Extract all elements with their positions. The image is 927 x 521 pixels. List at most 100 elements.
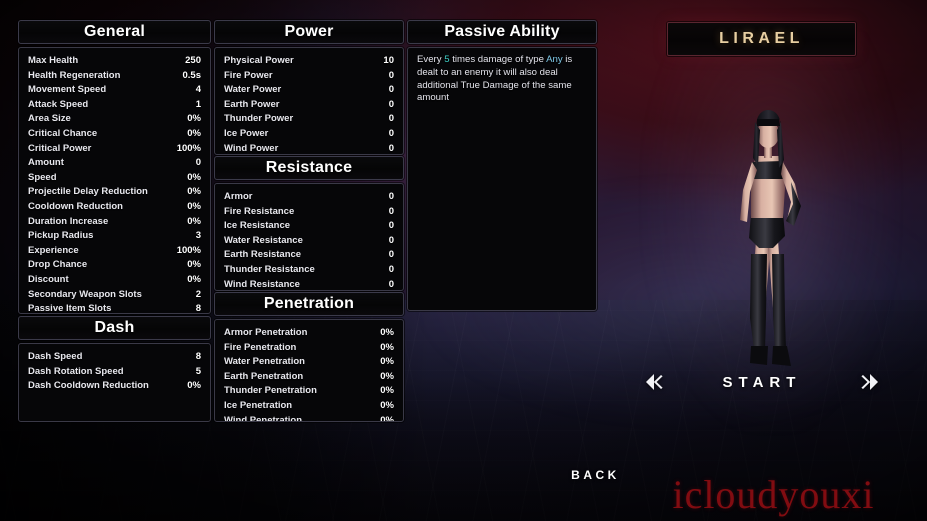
stat-row: Armor Penetration 0%	[224, 326, 394, 341]
passive-ability-description: Every 5 times damage of type Any is deal…	[417, 54, 587, 105]
stat-label: Critical Power	[28, 142, 92, 154]
panel-title-power-label: Power	[284, 23, 334, 40]
stat-label: Armor Penetration	[224, 327, 308, 338]
stat-value: 0%	[187, 200, 201, 212]
panel-body-power: Physical Power 10 Fire Power 0 Water Power 0 E…	[214, 47, 404, 155]
stat-row: Dash Cooldown Reduction 0%	[28, 379, 201, 394]
stat-label: Critical Chance	[28, 127, 98, 139]
stat-row: Movement Speed 4	[28, 83, 201, 98]
stat-label: Pickup Radius	[28, 230, 94, 242]
stat-value: 0	[388, 113, 394, 125]
back-button-label: BACK	[571, 468, 620, 482]
stat-label: Experience	[28, 244, 79, 256]
stat-value: 100%	[176, 142, 201, 154]
stat-value: 0.5s	[182, 69, 202, 81]
start-button[interactable]: START	[723, 374, 802, 391]
character-name-banner: LIRAEL	[667, 22, 856, 56]
stat-value: 0	[388, 263, 394, 275]
panel-body-resistance: Armor 0 Fire Resistance 0 Ice Resistance 0 Wat…	[214, 183, 404, 291]
stat-label: Wind Resistance	[224, 278, 300, 290]
passive-text-part-1: Every	[417, 54, 445, 65]
stat-row: Earth Resistance 0	[224, 248, 394, 263]
stat-row: Cooldown Reduction 0%	[28, 200, 201, 215]
stat-label: Dash Cooldown Reduction	[28, 380, 149, 392]
stat-label: Health Regeneration	[28, 69, 121, 81]
stat-row: Water Power 0	[224, 83, 394, 98]
stat-row: Pickup Radius 3	[28, 229, 201, 244]
stat-value: 0	[388, 191, 394, 202]
stat-value: 0%	[380, 327, 394, 338]
stat-row: Armor 0	[224, 190, 394, 205]
next-character-arrow-icon[interactable]	[858, 371, 884, 393]
stat-value: 0	[388, 249, 394, 261]
stat-row: Area Size 0%	[28, 112, 201, 127]
panel-title-general: General	[18, 20, 211, 44]
stat-row: Earth Penetration 0%	[224, 370, 394, 385]
stat-value: 0	[388, 98, 394, 110]
stat-value: 0	[388, 205, 394, 217]
character-select-controls: START	[640, 368, 884, 396]
stat-row: Water Penetration 0%	[224, 355, 394, 370]
stat-value: 0%	[187, 259, 201, 271]
stat-label: Thunder Penetration	[224, 385, 317, 397]
character-figure-icon	[740, 110, 801, 366]
stat-label: Earth Power	[224, 98, 280, 110]
panel-body-penetration: Armor Penetration 0% Fire Penetration 0% Wat…	[214, 319, 404, 422]
stat-value: 0	[388, 278, 394, 290]
stat-row: Dash Rotation Speed 5	[28, 365, 201, 380]
stat-row: Duration Increase 0%	[28, 215, 201, 230]
stat-label: Dash Speed	[28, 351, 83, 362]
stat-label: Water Resistance	[224, 234, 303, 246]
panel-title-resistance-label: Resistance	[265, 159, 353, 176]
stat-label: Secondary Weapon Slots	[28, 288, 142, 300]
passive-text-part-2: times damage of type	[449, 54, 547, 65]
stat-label: Wind Penetration	[224, 414, 303, 422]
stat-row: Speed 0%	[28, 171, 201, 186]
stat-row: Ice Power 0	[224, 127, 394, 142]
panel-title-dash-label: Dash	[94, 319, 135, 336]
stat-row: Fire Penetration 0%	[224, 341, 394, 356]
stat-row: Health Regeneration 0.5s	[28, 69, 201, 84]
stat-value: 10	[383, 55, 394, 66]
stat-value: 0	[388, 127, 394, 139]
stat-label: Earth Penetration	[224, 370, 304, 382]
stat-label: Fire Resistance	[224, 205, 295, 217]
stat-row: Fire Resistance 0	[224, 205, 394, 220]
stat-value: 0%	[187, 186, 201, 198]
stat-value: 0	[388, 84, 394, 96]
stat-row: Experience 100%	[28, 244, 201, 259]
stat-value: 3	[195, 230, 201, 242]
stat-label: Movement Speed	[28, 84, 107, 96]
stat-row: Physical Power 10	[224, 54, 394, 69]
stat-value: 2	[195, 288, 201, 300]
back-button[interactable]: BACK	[0, 468, 927, 482]
stat-label: Attack Speed	[28, 98, 89, 110]
stat-row: Secondary Weapon Slots 2	[28, 288, 201, 303]
panel-title-passive-ability-label: Passive Ability	[444, 23, 560, 40]
stat-label: Duration Increase	[28, 215, 109, 227]
stat-row: Ice Penetration 0%	[224, 399, 394, 414]
character-name-label: LIRAEL	[719, 30, 804, 47]
stat-row: Amount 0	[28, 156, 201, 171]
stat-label: Water Power	[224, 84, 282, 96]
stat-value: 250	[185, 55, 201, 66]
stat-row: Fire Power 0	[224, 69, 394, 84]
stat-label: Speed	[28, 171, 57, 183]
stat-label: Passive Item Slots	[28, 303, 112, 314]
stat-row: Max Health 250	[28, 54, 201, 69]
stat-value: 100%	[176, 244, 201, 256]
stat-value: 0%	[380, 399, 394, 411]
stat-label: Earth Resistance	[224, 249, 302, 261]
stat-label: Area Size	[28, 113, 71, 125]
stat-row: Thunder Power 0	[224, 112, 394, 127]
stat-label: Cooldown Reduction	[28, 200, 123, 212]
stat-row: Earth Power 0	[224, 98, 394, 113]
stat-row: Critical Power 100%	[28, 142, 201, 157]
stat-row: Wind Penetration 0%	[224, 414, 394, 422]
previous-character-arrow-icon[interactable]	[640, 371, 666, 393]
stat-value: 0	[388, 142, 394, 154]
stat-value: 0%	[187, 127, 201, 139]
panel-body-dash: Dash Speed 8 Dash Rotation Speed 5 Dash Cool…	[18, 343, 211, 422]
panel-body-passive-ability: Every 5 times damage of type Any is deal…	[407, 47, 597, 311]
character-portrait	[643, 32, 899, 432]
